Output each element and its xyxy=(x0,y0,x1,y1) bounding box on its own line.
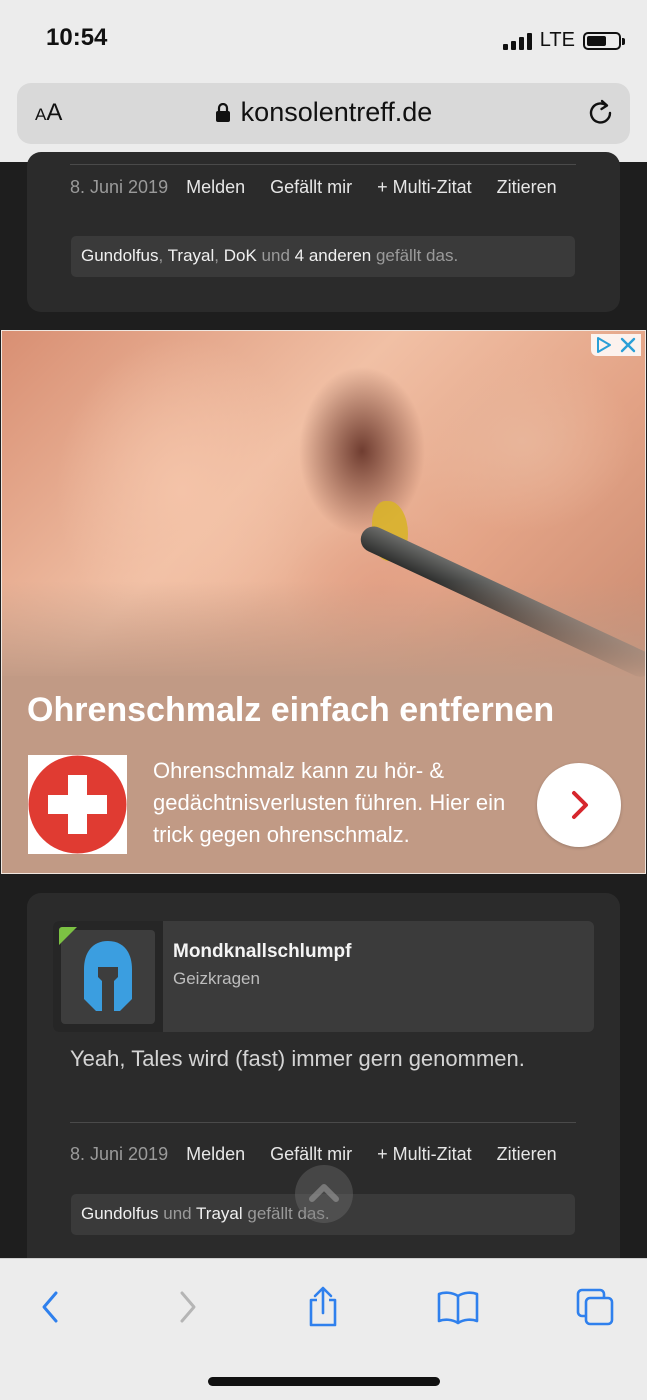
multi-quote-link[interactable]: + Multi-Zitat xyxy=(377,177,472,198)
scroll-to-top-button[interactable] xyxy=(295,1165,353,1223)
ad-choices[interactable] xyxy=(591,334,641,356)
status-indicators: LTE xyxy=(502,29,625,52)
avatar-frame xyxy=(53,921,163,1032)
liker-name[interactable]: DoK xyxy=(224,246,257,265)
liker-name[interactable]: Gundolfus xyxy=(81,1204,159,1223)
liker-name[interactable]: Trayal xyxy=(196,1204,243,1223)
post-date[interactable]: 8. Juni 2019 xyxy=(70,177,168,198)
book-icon xyxy=(437,1291,479,1325)
other-likers-link[interactable]: 4 anderen xyxy=(295,246,372,265)
liker-name[interactable]: Gundolfus xyxy=(81,246,159,265)
like-link[interactable]: Gefällt mir xyxy=(270,1144,352,1165)
avatar[interactable] xyxy=(61,930,155,1024)
post-card: 8. Juni 2019 Melden Gefällt mir + Multi-… xyxy=(27,152,620,312)
quote-link[interactable]: Zitieren xyxy=(497,1144,557,1165)
liker-name[interactable]: Trayal xyxy=(168,246,215,265)
post-meta-row: 8. Juni 2019 Melden Gefällt mir + Multi-… xyxy=(70,1144,557,1165)
like-link[interactable]: Gefällt mir xyxy=(270,177,352,198)
forward-button[interactable] xyxy=(166,1285,210,1329)
report-link[interactable]: Melden xyxy=(186,1144,245,1165)
author-name[interactable]: Mondknallschlumpf xyxy=(173,941,351,963)
tabs-button[interactable] xyxy=(573,1285,617,1329)
signal-icon xyxy=(502,32,532,50)
ad-choices-icon[interactable] xyxy=(595,336,613,354)
bookmarks-button[interactable] xyxy=(436,1285,480,1329)
post-meta-row: 8. Juni 2019 Melden Gefällt mir + Multi-… xyxy=(70,177,557,198)
ad-headline[interactable]: Ohrenschmalz einfach entfernen xyxy=(27,691,554,730)
browser-toolbar xyxy=(0,1258,647,1400)
share-icon xyxy=(309,1286,337,1327)
battery-icon xyxy=(583,31,625,50)
status-time: 10:54 xyxy=(46,24,108,51)
author-rank: Geizkragen xyxy=(173,969,260,988)
multi-quote-link[interactable]: + Multi-Zitat xyxy=(377,1144,472,1165)
chevron-right-icon xyxy=(180,1291,196,1323)
post-text: Yeah, Tales wird (fast) immer gern genom… xyxy=(70,1046,525,1071)
ad-body-text[interactable]: Ohrenschmalz kann zu hör- & gedächtnisve… xyxy=(153,755,523,851)
address-bar[interactable]: AA konsolentreff.de xyxy=(17,83,630,144)
chevron-left-icon xyxy=(42,1291,58,1323)
arrow-up-icon xyxy=(309,1184,339,1202)
ad-image-fade xyxy=(2,581,645,681)
reload-icon[interactable] xyxy=(586,97,616,129)
network-type: LTE xyxy=(539,29,575,51)
browser-top-chrome: 10:54 LTE AA konsolentreff.de xyxy=(0,0,647,162)
spartan-helmet-icon xyxy=(84,941,132,1011)
author-box: Mondknallschlumpf Geizkragen xyxy=(53,921,594,1032)
lock-icon xyxy=(215,102,230,122)
medical-cross-icon xyxy=(28,755,127,854)
home-indicator xyxy=(208,1377,440,1386)
share-button[interactable] xyxy=(301,1285,345,1329)
ad-logo[interactable] xyxy=(28,755,127,854)
advertisement[interactable]: Ohrenschmalz einfach entfernen Ohrenschm… xyxy=(1,330,646,874)
likes-summary: Gundolfus, Trayal, DoK und 4 anderen gef… xyxy=(71,236,575,277)
post-date[interactable]: 8. Juni 2019 xyxy=(70,1144,168,1165)
chevron-right-icon xyxy=(572,791,588,819)
post-divider xyxy=(70,1122,576,1123)
close-icon[interactable] xyxy=(619,336,637,354)
url-text: konsolentreff.de xyxy=(240,97,433,127)
url-display[interactable]: konsolentreff.de xyxy=(17,97,630,128)
report-link[interactable]: Melden xyxy=(186,177,245,198)
ad-cta-button[interactable] xyxy=(537,763,621,847)
post-divider xyxy=(70,164,576,165)
quote-link[interactable]: Zitieren xyxy=(497,177,557,198)
back-button[interactable] xyxy=(28,1285,72,1329)
tabs-icon xyxy=(576,1288,614,1326)
